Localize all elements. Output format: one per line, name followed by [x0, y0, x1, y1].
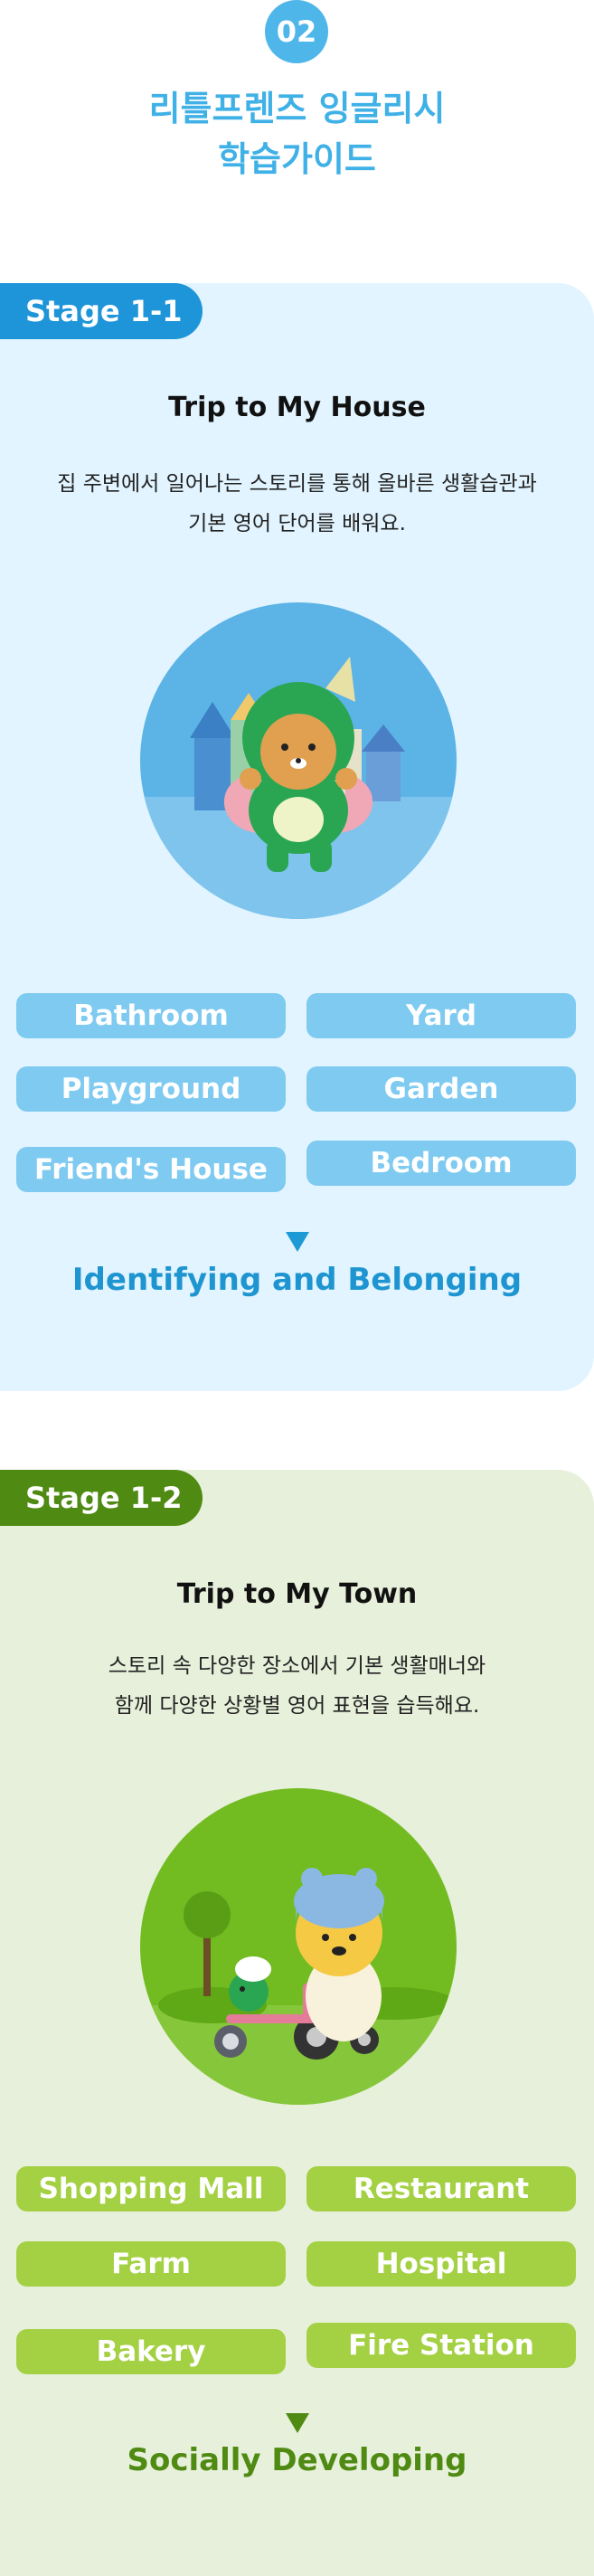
word-pill: Shopping Mall: [16, 2166, 286, 2211]
down-arrow-icon: [286, 2413, 309, 2433]
word-pill: Friend's House: [16, 1147, 286, 1192]
dino-costume-bear-icon: [140, 602, 457, 919]
stage-tag: Stage 1-2: [0, 1470, 203, 1526]
stage-title: Trip to My Town: [176, 1578, 418, 1610]
word-pill: Garden: [306, 1066, 576, 1112]
stage-title: Trip to My House: [168, 392, 426, 423]
word-pill: Bedroom: [306, 1141, 576, 1186]
stage-1-2-card: Stage 1-2 Trip to My Town 스토리 속 다양한 장소에서…: [0, 1470, 594, 2576]
stage-description-line2: 기본 영어 단어를 배워요.: [188, 512, 406, 535]
word-pill: Restaurant: [306, 2166, 576, 2211]
stage-theme: Identifying and Belonging: [71, 1262, 523, 1298]
word-pill: Fire Station: [306, 2323, 576, 2368]
stage-description-line1: 집 주변에서 일어나는 스토리를 통해 올바른 생활습관과: [57, 472, 537, 496]
word-pill: Bathroom: [16, 993, 286, 1038]
down-arrow-icon: [286, 1232, 309, 1252]
stage-1-1-card: Stage 1-1 Trip to My House 집 주변에서 일어나는 스…: [0, 283, 594, 1391]
stage-description: 스토리 속 다양한 장소에서 기본 생활매너와 함께 다양한 상황별 영어 표현…: [0, 1646, 594, 1726]
word-pill: Farm: [16, 2241, 286, 2287]
stage-description-line2: 함께 다양한 상황별 영어 표현을 습득해요.: [114, 1694, 480, 1718]
stage-theme: Socially Developing: [127, 2442, 467, 2478]
section-number-badge: 02: [265, 0, 328, 63]
word-pill: Bakery: [16, 2329, 286, 2374]
tricycle-bear-icon: [140, 1788, 457, 2105]
page-title-line2: 학습가이드: [218, 139, 376, 179]
stage-description-line1: 스토리 속 다양한 장소에서 기본 생활매너와: [108, 1654, 486, 1678]
stage-description: 집 주변에서 일어나는 스토리를 통해 올바른 생활습관과 기본 영어 단어를 …: [0, 464, 594, 544]
word-pill: Playground: [16, 1066, 286, 1112]
word-pill: Hospital: [306, 2241, 576, 2287]
stage-tag: Stage 1-1: [0, 283, 203, 339]
page-title-line1: 리틀프렌즈 잉글리시: [148, 89, 446, 128]
word-pill: Yard: [306, 993, 576, 1038]
page-title: 리틀프렌즈 잉글리시 학습가이드: [0, 83, 594, 185]
